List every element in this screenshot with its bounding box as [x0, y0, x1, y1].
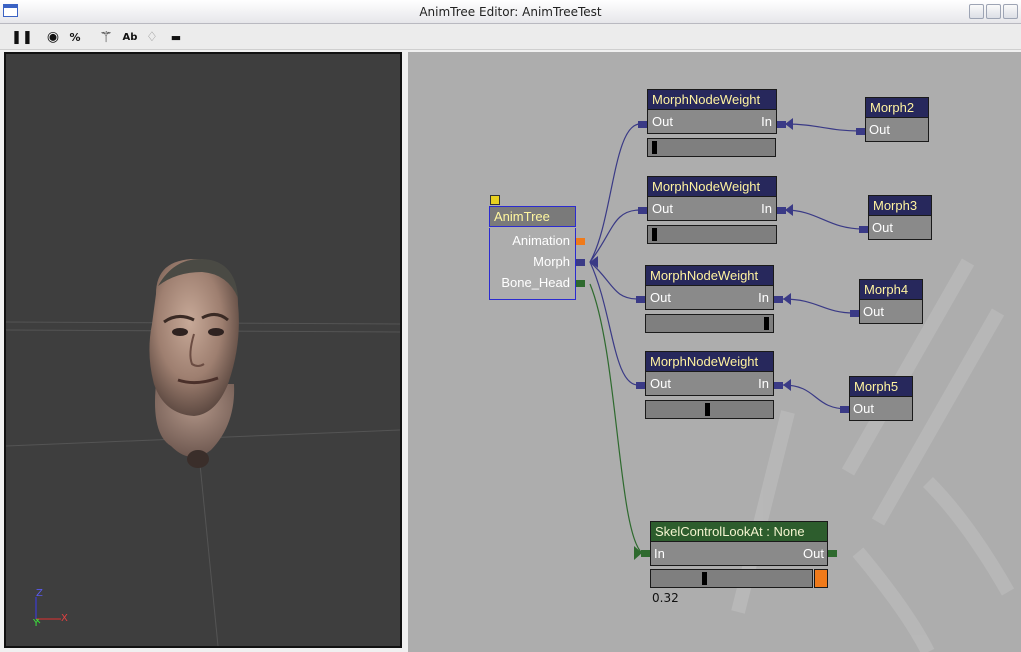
out-label: Out [803, 546, 824, 561]
morph-node-weight-body: Out In [647, 110, 777, 134]
out-label: Out [650, 290, 671, 305]
skel-control-body: In Out [650, 542, 828, 566]
weight-slider-thumb[interactable] [652, 228, 658, 241]
skeleton-icon[interactable]: ⚚ [96, 28, 116, 46]
weight2-out-connector[interactable] [638, 207, 647, 214]
weight-slider[interactable] [647, 225, 777, 244]
animtree-selection-marker[interactable] [490, 195, 500, 205]
weight4-in-connector[interactable] [774, 382, 783, 389]
weight3-out-connector[interactable] [636, 296, 645, 303]
morph-node-weight-3[interactable]: MorphNodeWeight Out In [645, 265, 774, 333]
morph-node-weight-4[interactable]: MorphNodeWeight Out In [645, 351, 774, 419]
morph-node-weight-body: Out In [647, 197, 777, 221]
weight-slider-thumb[interactable] [763, 317, 769, 330]
text-label-icon[interactable]: Ab [120, 28, 140, 46]
weight-slider-thumb[interactable] [652, 141, 658, 154]
morph2-out-connector[interactable] [856, 128, 865, 135]
skel-out-connector[interactable] [828, 550, 837, 557]
weight1-in-connector[interactable] [777, 121, 786, 128]
minimize-button[interactable] [969, 4, 984, 19]
out-label: Out [652, 201, 673, 216]
strength-value-label: 0.32 [652, 591, 679, 605]
input-animation-label: Animation [512, 233, 570, 248]
morph4-out-connector[interactable] [850, 310, 859, 317]
morph-connector[interactable] [576, 259, 585, 266]
out-label: Out [652, 114, 673, 129]
out-label: Out [853, 401, 874, 416]
morph-node-morph5[interactable]: Morph5 Out [849, 376, 913, 421]
input-bone-head-label: Bone_Head [501, 275, 570, 290]
weight3-in-connector[interactable] [774, 296, 783, 303]
morph5-out-connector[interactable] [840, 406, 849, 413]
enable-toggle[interactable] [814, 569, 828, 588]
in-label: In [654, 546, 665, 561]
weight-slider-thumb[interactable] [704, 403, 710, 416]
morph-node-weight-2[interactable]: MorphNodeWeight Out In [647, 176, 777, 244]
morph-title: Morph4 [859, 279, 923, 300]
skel-control-title: SkelControlLookAt : None [650, 521, 828, 542]
morph-node-weight-body: Out In [645, 286, 774, 310]
in-label: In [761, 114, 772, 129]
window-title: AnimTree Editor: AnimTreeTest [419, 5, 602, 19]
weight-slider[interactable] [645, 400, 774, 419]
morph-node-morph3[interactable]: Morph3 Out [868, 195, 932, 240]
morph-title: Morph5 [849, 376, 913, 397]
axis-gizmo [35, 597, 61, 624]
animtree-body: Animation Morph Bone_Head [489, 228, 576, 300]
weight-slider[interactable] [647, 138, 776, 157]
in-label: In [758, 290, 769, 305]
out-label: Out [863, 304, 884, 319]
axis-z-label: Z [36, 588, 43, 599]
in-label: In [758, 376, 769, 391]
bone-head-wire [589, 283, 643, 554]
bone-head-connector[interactable] [576, 280, 585, 287]
morph-title: Morph3 [868, 195, 932, 216]
preview-viewport[interactable]: Z Y X [4, 52, 402, 648]
axis-x-label: X [61, 613, 68, 624]
morph-node-weight-title: MorphNodeWeight [647, 176, 777, 197]
viewport-scene [6, 259, 400, 646]
strength-slider[interactable] [650, 569, 813, 588]
anim-graph-canvas[interactable]: AnimTree Animation Morph Bone_Head Morph… [408, 52, 1021, 652]
weight1-out-connector[interactable] [638, 121, 647, 128]
morph-body: Out [865, 118, 929, 142]
minus-icon[interactable]: ▬ [167, 28, 185, 46]
out-label: Out [872, 220, 893, 235]
morph-node-weight-title: MorphNodeWeight [645, 351, 774, 372]
morph-node-weight-title: MorphNodeWeight [647, 89, 777, 110]
pause-icon[interactable]: ❚❚ [11, 28, 33, 46]
eye-icon[interactable]: ◉ [44, 28, 62, 46]
morph-node-morph2[interactable]: Morph2 Out [865, 97, 929, 142]
out-label: Out [869, 122, 890, 137]
toolbar: ❚❚ ◉ % ⚚ Ab ♢ ▬ [0, 24, 1021, 50]
animtree-node[interactable]: AnimTree Animation Morph Bone_Head [489, 206, 576, 300]
skel-control-lookat-node[interactable]: SkelControlLookAt : None In Out 0.32 [650, 521, 828, 605]
morph3-out-connector[interactable] [859, 226, 868, 233]
morph-body: Out [859, 300, 923, 324]
weight4-out-connector[interactable] [636, 382, 645, 389]
strength-slider-thumb[interactable] [701, 572, 707, 585]
weight-slider[interactable] [645, 314, 774, 333]
title-bar: AnimTree Editor: AnimTreeTest [0, 0, 1021, 24]
animtree-title: AnimTree [489, 206, 576, 227]
morph-node-morph4[interactable]: Morph4 Out [859, 279, 923, 324]
morph-node-weight-1[interactable]: MorphNodeWeight Out In [647, 89, 777, 157]
close-button[interactable] [1003, 4, 1018, 19]
percent-icon[interactable]: % [66, 28, 84, 46]
lightbulb-icon[interactable]: ♢ [144, 28, 160, 46]
morph-title: Morph2 [865, 97, 929, 118]
skel-in-connector[interactable] [641, 550, 650, 557]
out-label: Out [650, 376, 671, 391]
morph-node-weight-body: Out In [645, 372, 774, 396]
in-label: In [761, 201, 772, 216]
maximize-button[interactable] [986, 4, 1001, 19]
input-morph-label: Morph [533, 254, 570, 269]
weight2-in-connector[interactable] [777, 207, 786, 214]
morph-body: Out [868, 216, 932, 240]
morph-node-weight-title: MorphNodeWeight [645, 265, 774, 286]
animation-connector[interactable] [576, 238, 585, 245]
morph-body: Out [849, 397, 913, 421]
axis-y-label: Y [33, 618, 40, 629]
